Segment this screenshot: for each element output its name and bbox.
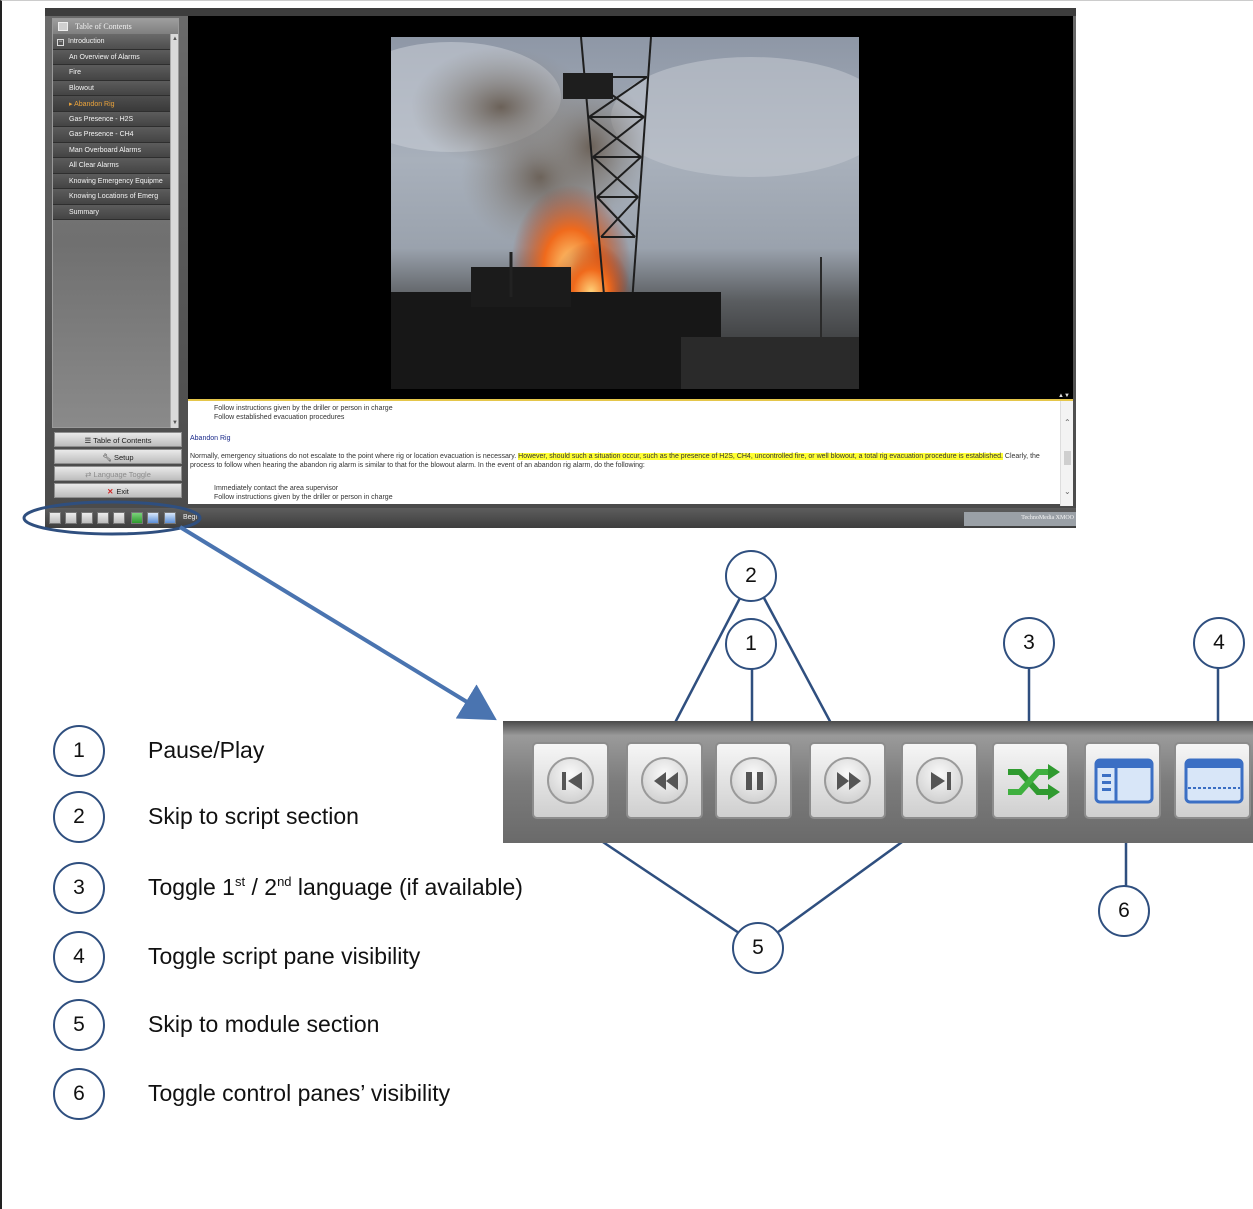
rewind-icon <box>654 772 678 790</box>
highlight-ellipse <box>22 500 202 536</box>
legend-text: Toggle 1st / 2nd language (if available) <box>148 874 523 901</box>
zoomed-control-bar <box>503 721 1253 843</box>
language-toggle-big-button[interactable] <box>992 742 1069 819</box>
control-panes-icon <box>1094 758 1154 804</box>
script-pane-toggle-button[interactable] <box>1174 742 1251 819</box>
legend-text: Toggle control panes’ visibility <box>148 1080 451 1106</box>
legend-number: 2 <box>53 791 105 843</box>
control-panes-toggle-button[interactable] <box>1084 742 1161 819</box>
callout-5: 5 <box>732 922 784 974</box>
legend-text-part: language (if available) <box>291 874 523 900</box>
last-section-button[interactable] <box>901 742 978 819</box>
last-section-icon <box>931 772 951 790</box>
legend-item-3: 3 Toggle 1st / 2nd language (if availabl… <box>53 862 613 916</box>
pause-icon <box>746 772 763 790</box>
rewind-button[interactable] <box>626 742 703 819</box>
legend-text: Skip to script section <box>148 803 359 829</box>
legend-item-5: 5 Skip to module section <box>53 999 613 1053</box>
callout-1: 1 <box>725 618 777 670</box>
legend-number: 3 <box>53 862 105 914</box>
legend-number: 5 <box>53 999 105 1051</box>
legend-item-2: 2 Skip to script section <box>53 791 613 845</box>
callout-3: 3 <box>1003 617 1055 669</box>
legend-item-4: 4 Toggle script pane visibility <box>53 931 613 985</box>
fast-forward-button[interactable] <box>809 742 886 819</box>
legend-number: 1 <box>53 725 105 777</box>
legend-text-part: / 2 <box>245 874 278 900</box>
legend-text: Skip to module section <box>148 1011 380 1037</box>
pause-play-button[interactable] <box>715 742 792 819</box>
script-pane-icon <box>1184 758 1244 804</box>
callout-6: 6 <box>1098 885 1150 937</box>
fast-forward-icon <box>837 772 861 790</box>
legend-item-6: 6 Toggle control panes’ visibility <box>53 1068 613 1122</box>
zoom-arrow <box>178 525 497 721</box>
legend-number: 6 <box>53 1068 105 1120</box>
callout-2: 2 <box>725 550 777 602</box>
legend-text: Pause/Play <box>148 737 265 763</box>
callout-4: 4 <box>1193 617 1245 669</box>
legend-number: 4 <box>53 931 105 983</box>
legend-item-1: 1 Pause/Play <box>53 725 613 779</box>
legend-sup: nd <box>277 874 292 889</box>
language-shuffle-icon <box>1008 764 1060 800</box>
legend-sup: st <box>234 874 246 889</box>
legend-text: Toggle script pane visibility <box>148 943 421 969</box>
legend-text-part: Toggle 1 <box>148 874 235 900</box>
